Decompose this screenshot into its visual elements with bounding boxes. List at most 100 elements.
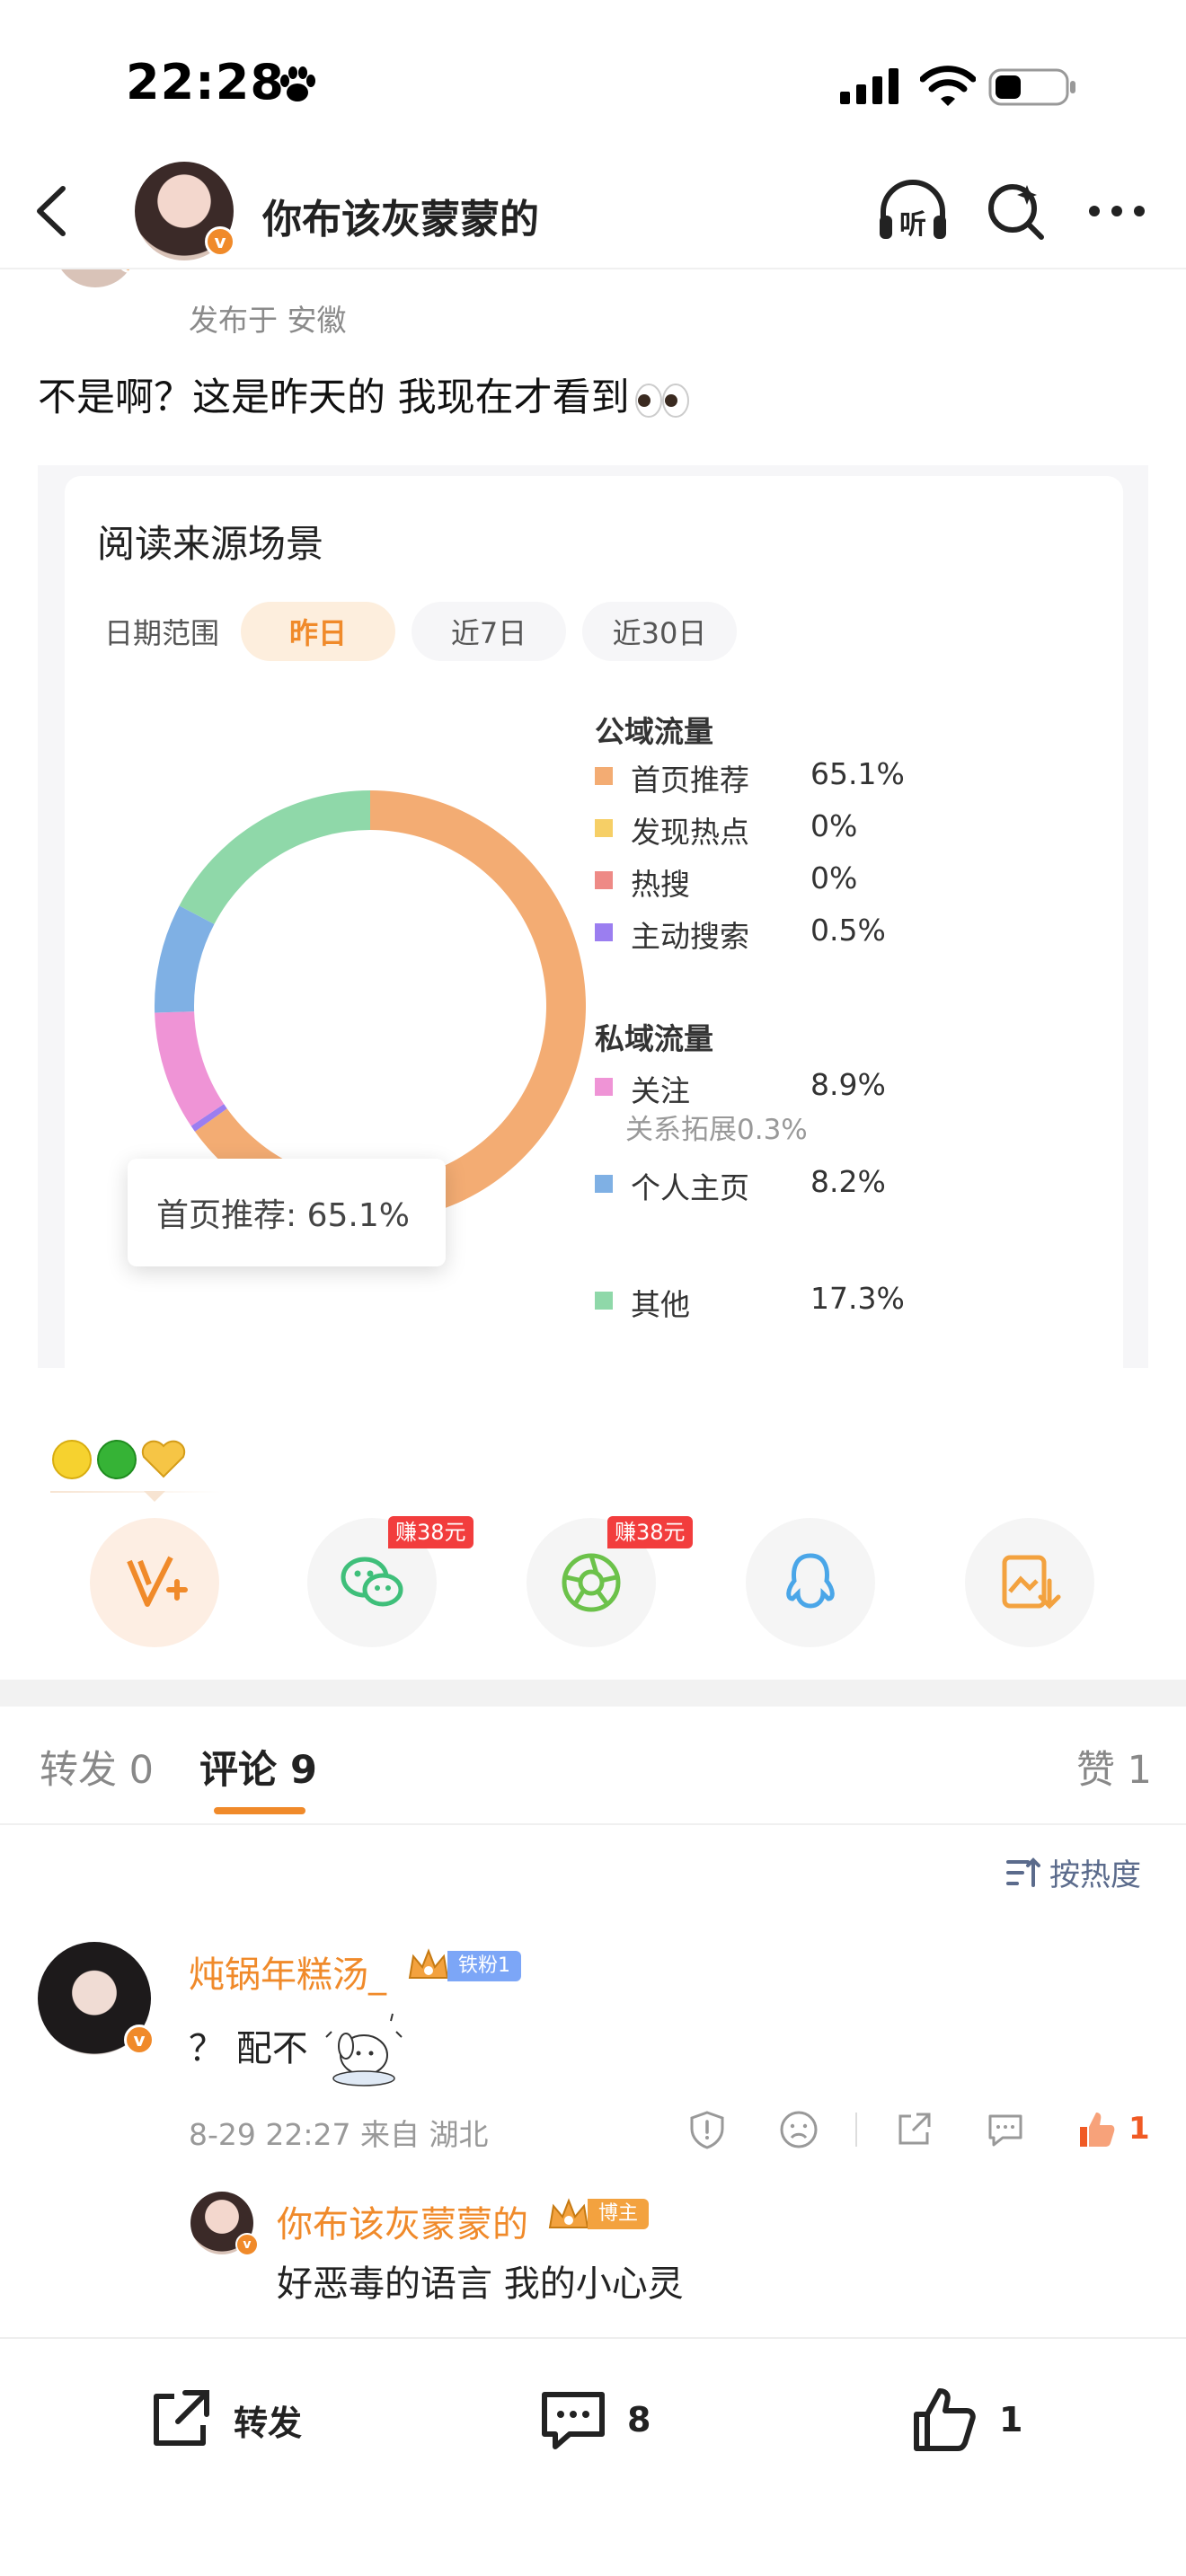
search-icon[interactable] bbox=[984, 180, 1047, 243]
range-chip-yesterday[interactable]: 昨日 bbox=[241, 602, 395, 661]
host-badge: 博主 bbox=[588, 2199, 650, 2229]
reaction-emoji-row[interactable] bbox=[50, 1437, 221, 1482]
iron-fan-badge: 铁粉1 bbox=[447, 1951, 521, 1981]
battery-icon bbox=[988, 68, 1075, 106]
post-text-content: 不是啊？这是昨天的 我现在才看到 bbox=[38, 375, 630, 420]
status-bar: 22:28 bbox=[0, 0, 1186, 171]
like-button[interactable]: 1 bbox=[909, 2384, 1022, 2456]
sort-by-hot-button[interactable]: 按热度 bbox=[1005, 1850, 1141, 1894]
legend-swatch bbox=[595, 1292, 613, 1310]
qq-penguin-icon bbox=[786, 1553, 835, 1609]
private-traffic-heading: 私域流量 bbox=[595, 1021, 713, 1056]
crown-icon bbox=[408, 1948, 449, 1979]
moments-aperture-icon bbox=[562, 1553, 621, 1612]
range-chip-30d[interactable]: 近30日 bbox=[582, 602, 737, 661]
repost-button[interactable]: 转发 bbox=[144, 2384, 302, 2456]
embedded-screenshot[interactable]: 阅读来源场景 日期范围 昨日 近7日 近30日 公域流量 私域流量 关系拓展0.… bbox=[38, 465, 1148, 1368]
earn-badge-moments: 赚38元 bbox=[607, 1516, 693, 1548]
vplus-icon bbox=[127, 1556, 188, 1607]
date-range-label: 日期范围 bbox=[104, 616, 220, 650]
green-circle-emoji-icon bbox=[97, 1440, 137, 1479]
post-location: 发布于 安徽 bbox=[189, 303, 347, 338]
comment-count: 8 bbox=[627, 2400, 651, 2439]
dislike-face-icon[interactable] bbox=[778, 2109, 819, 2150]
legend-row-6: 其他 17.3% bbox=[595, 1281, 1062, 1322]
comment-like-count: 1 bbox=[1128, 2111, 1150, 2147]
legend-swatch bbox=[595, 1175, 613, 1193]
headphones-listen-icon[interactable]: 听 bbox=[876, 178, 950, 243]
save-image-button[interactable] bbox=[965, 1518, 1094, 1647]
tab-repost[interactable]: 转发 0 bbox=[40, 1739, 154, 1795]
emoji-pointer bbox=[144, 1491, 165, 1502]
tabs-border bbox=[0, 1823, 1186, 1825]
legend-row-5: 个人主页 8.2% bbox=[595, 1164, 1062, 1205]
reading-source-card: 阅读来源场景 日期范围 昨日 近7日 近30日 公域流量 私域流量 关系拓展0.… bbox=[65, 476, 1123, 1368]
pochacco-sticker-icon bbox=[325, 2013, 403, 2086]
share-comment-icon[interactable] bbox=[893, 2109, 934, 2150]
wifi-icon bbox=[920, 66, 976, 106]
legend-value: 0% bbox=[810, 808, 858, 843]
legend-name: 其他 bbox=[631, 1287, 690, 1322]
legend-swatch bbox=[595, 767, 613, 785]
eyes-emoji-icon bbox=[634, 383, 689, 418]
range-chip-7d[interactable]: 近7日 bbox=[412, 602, 566, 661]
top-nav: v 你布该灰蒙蒙的 听 bbox=[0, 153, 1186, 269]
section-divider bbox=[0, 1680, 1186, 1707]
author-name[interactable]: 你布该灰蒙蒙的 bbox=[262, 187, 539, 244]
verified-v-icon: v bbox=[205, 226, 235, 257]
reply-text: 好恶毒的语言 我的小心灵 bbox=[277, 2263, 684, 2305]
legend-name: 主动搜索 bbox=[631, 919, 749, 954]
chart-tooltip: 首页推荐: 65.1% bbox=[128, 1159, 446, 1266]
comment-button[interactable]: 8 bbox=[537, 2384, 651, 2456]
legend-row-1: 发现热点 0% bbox=[595, 808, 1062, 850]
donut-slice-4[interactable] bbox=[155, 1011, 225, 1126]
report-shield-icon[interactable] bbox=[686, 2109, 728, 2150]
paw-icon bbox=[280, 66, 315, 101]
legend-value: 65.1% bbox=[810, 756, 905, 791]
action-divider bbox=[855, 2113, 857, 2147]
comment-bubble-icon bbox=[542, 2392, 605, 2449]
tab-comments[interactable]: 评论 9 bbox=[199, 1739, 317, 1795]
comment-text-content: ？ 配不 bbox=[189, 2028, 308, 2069]
legend-value: 8.9% bbox=[810, 1067, 886, 1102]
reply-author-name[interactable]: 你布该灰蒙蒙的 bbox=[277, 2195, 528, 2247]
like-thumb-icon[interactable] bbox=[1076, 2109, 1118, 2150]
save-image-icon bbox=[1002, 1555, 1061, 1610]
yellow-circle-emoji-icon bbox=[52, 1440, 92, 1479]
donut-slice-6[interactable] bbox=[179, 790, 370, 924]
legend-name: 首页推荐 bbox=[631, 763, 749, 798]
earn-badge-wechat: 赚38元 bbox=[388, 1516, 474, 1548]
tab-likes[interactable]: 赞 1 bbox=[1076, 1739, 1152, 1795]
reply-comment-icon[interactable] bbox=[985, 2109, 1026, 2150]
comment-meta: 8-29 22:27 来自 湖北 bbox=[189, 2117, 489, 2152]
home-indicator bbox=[373, 2542, 813, 2554]
legend-value: 0% bbox=[810, 860, 858, 895]
legend-value: 8.2% bbox=[810, 1164, 886, 1199]
legend-swatch bbox=[595, 1078, 613, 1096]
more-options-icon[interactable] bbox=[1085, 189, 1148, 234]
card-title: 阅读来源场景 bbox=[97, 522, 324, 566]
vplus-share-button[interactable] bbox=[90, 1518, 219, 1647]
emoji-divider bbox=[50, 1491, 221, 1493]
donut-slice-5[interactable] bbox=[155, 905, 215, 1013]
status-time: 22:28 bbox=[126, 54, 285, 110]
wechat-icon bbox=[341, 1557, 403, 1607]
qq-share-button[interactable] bbox=[746, 1518, 875, 1647]
commenter-avatar[interactable]: v bbox=[38, 1942, 155, 2055]
repost-label: 转发 bbox=[234, 2403, 303, 2443]
yellow-heart-emoji-icon bbox=[141, 1440, 186, 1478]
legend-row-4: 关注 8.9% bbox=[595, 1067, 1062, 1108]
legend-value: 0.5% bbox=[810, 913, 886, 948]
legend-swatch bbox=[595, 923, 613, 941]
active-tab-underline bbox=[214, 1807, 305, 1814]
back-arrow-icon[interactable] bbox=[27, 181, 81, 241]
tooltip-text: 首页推荐: 65.1% bbox=[156, 1197, 410, 1234]
commenter-name[interactable]: 炖锅年糕汤_ bbox=[189, 1945, 386, 1998]
follow-sub-label: 关系拓展0.3% bbox=[625, 1114, 808, 1146]
reply-author-avatar[interactable]: v bbox=[190, 2192, 259, 2256]
sort-label: 按热度 bbox=[1049, 1857, 1141, 1893]
author-avatar[interactable]: v bbox=[135, 162, 235, 260]
legend-swatch bbox=[595, 871, 613, 889]
like-count: 1 bbox=[999, 2400, 1023, 2439]
legend-row-3: 主动搜索 0.5% bbox=[595, 913, 1062, 954]
